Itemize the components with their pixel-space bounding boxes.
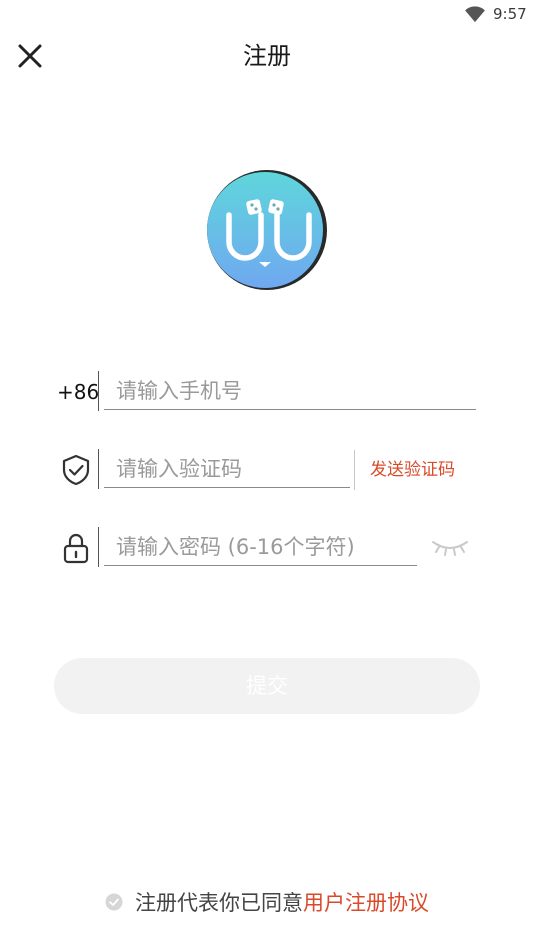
password-input[interactable]	[104, 528, 417, 566]
password-row	[54, 524, 479, 572]
phone-row: +86	[54, 368, 479, 416]
agreement-checkbox[interactable]	[105, 893, 123, 911]
shield-check-icon	[62, 454, 90, 486]
status-time: 9:57	[493, 5, 527, 23]
register-screen: 9:57 注册 +86 请输入手机号 请输入验证码 发送验证码 提交 注册代表你…	[0, 0, 534, 949]
send-code-button[interactable]: 发送验证码	[370, 459, 455, 481]
agreement-text: 注册代表你已同意	[135, 891, 303, 915]
user-agreement-link[interactable]: 用户注册协议	[303, 891, 429, 915]
phone-input[interactable]	[104, 372, 476, 410]
lock-icon	[63, 533, 89, 564]
divider	[98, 371, 99, 411]
wifi-icon	[465, 6, 485, 23]
submit-button[interactable]: 提交	[54, 658, 480, 714]
divider	[98, 449, 99, 489]
code-row: 发送验证码	[54, 446, 479, 494]
divider	[98, 527, 99, 567]
divider	[354, 450, 355, 490]
verification-code-input[interactable]	[104, 450, 350, 488]
status-bar: 9:57	[0, 0, 534, 30]
agreement: 注册代表你已同意用户注册协议	[0, 887, 534, 919]
app-logo	[207, 170, 327, 290]
page-title: 注册	[243, 42, 291, 70]
country-code[interactable]: +86	[57, 380, 99, 404]
eye-closed-icon[interactable]	[430, 536, 470, 558]
